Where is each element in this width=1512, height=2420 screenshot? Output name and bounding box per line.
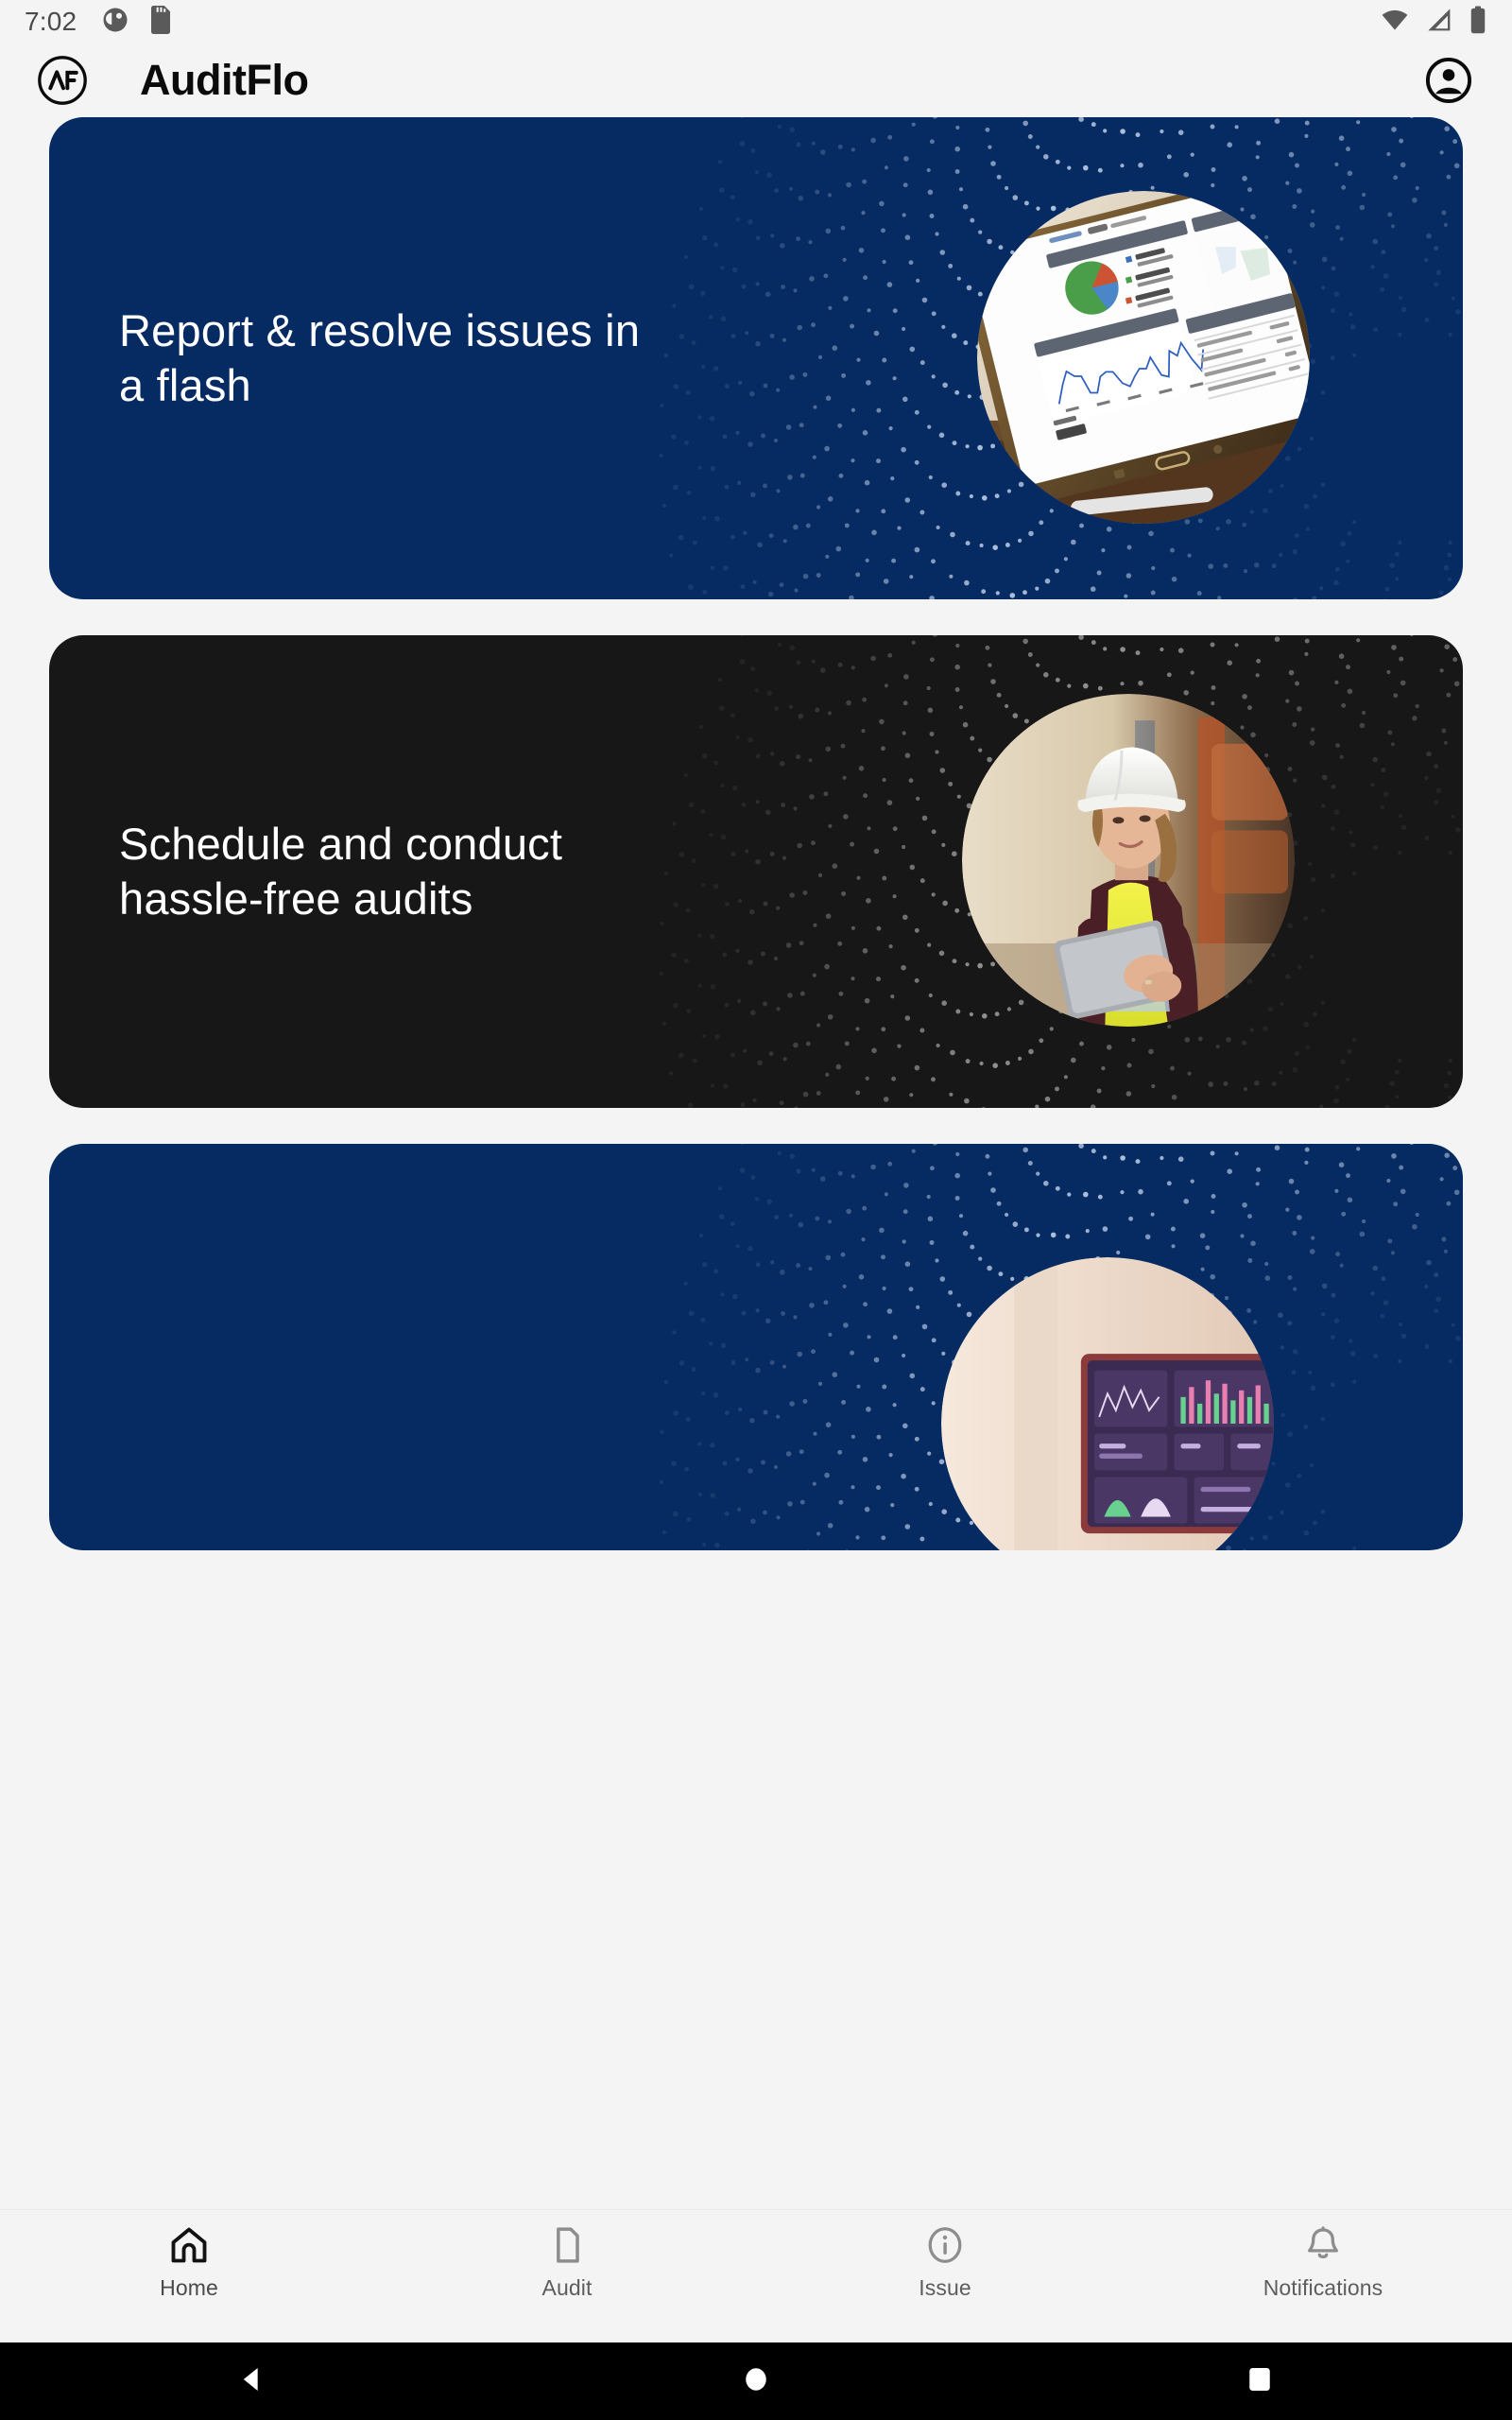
- app-bar: AuditFlo: [0, 43, 1512, 117]
- status-bar-left-icons: [101, 5, 173, 39]
- cellular-signal-icon: [1425, 6, 1453, 39]
- nav-item-notifications[interactable]: Notifications: [1134, 2223, 1512, 2301]
- warehouse-inspector-photo: [962, 694, 1295, 1027]
- bell-icon: [1302, 2223, 1344, 2267]
- nav-item-home[interactable]: Home: [0, 2223, 378, 2301]
- battery-icon: [1469, 6, 1487, 39]
- card-feed[interactable]: Report & resolve issues in a flash Sched…: [0, 117, 1512, 2135]
- tablet-analytics-dashboard-photo: [977, 191, 1310, 524]
- home-icon: [168, 2223, 210, 2267]
- nav-label-home: Home: [160, 2275, 218, 2300]
- bottom-navigation-bar: Home Audit Issue Notifications: [0, 2210, 1512, 2342]
- feature-card[interactable]: Schedule and conduct hassle-free audits: [49, 635, 1463, 1108]
- desktop-dashboard-photo: [941, 1257, 1274, 1550]
- feature-card[interactable]: [49, 1144, 1463, 1550]
- status-bar-clock: 7:02: [25, 7, 77, 36]
- nav-label-notifications: Notifications: [1263, 2275, 1383, 2300]
- auditflo-logo-icon: [36, 54, 89, 107]
- document-icon: [546, 2223, 588, 2267]
- square-icon: [1246, 2365, 1274, 2398]
- info-circle-icon: [924, 2223, 966, 2267]
- recents-button[interactable]: [1008, 2365, 1512, 2398]
- home-button[interactable]: [504, 2365, 1007, 2398]
- status-bar: 7:02: [0, 0, 1512, 43]
- card-headline: Report & resolve issues in a flash: [119, 305, 641, 410]
- circle-icon: [742, 2365, 770, 2398]
- dnd-circle-icon: [101, 6, 129, 39]
- triangle-left-icon: [236, 2363, 268, 2400]
- nav-label-issue: Issue: [919, 2275, 971, 2300]
- card-headline: Schedule and conduct hassle-free audits: [119, 819, 563, 924]
- back-button[interactable]: [0, 2363, 504, 2400]
- status-bar-right-icons: [1380, 6, 1487, 39]
- feature-card[interactable]: Report & resolve issues in a flash: [49, 117, 1463, 599]
- nav-item-audit[interactable]: Audit: [378, 2223, 756, 2301]
- wifi-icon: [1380, 6, 1410, 39]
- sd-card-icon: [148, 5, 173, 39]
- nav-label-audit: Audit: [541, 2275, 593, 2300]
- account-circle-icon[interactable]: [1421, 53, 1476, 108]
- android-system-nav: [0, 2342, 1512, 2420]
- nav-item-issue[interactable]: Issue: [756, 2223, 1134, 2301]
- app-title: AuditFlo: [140, 56, 309, 104]
